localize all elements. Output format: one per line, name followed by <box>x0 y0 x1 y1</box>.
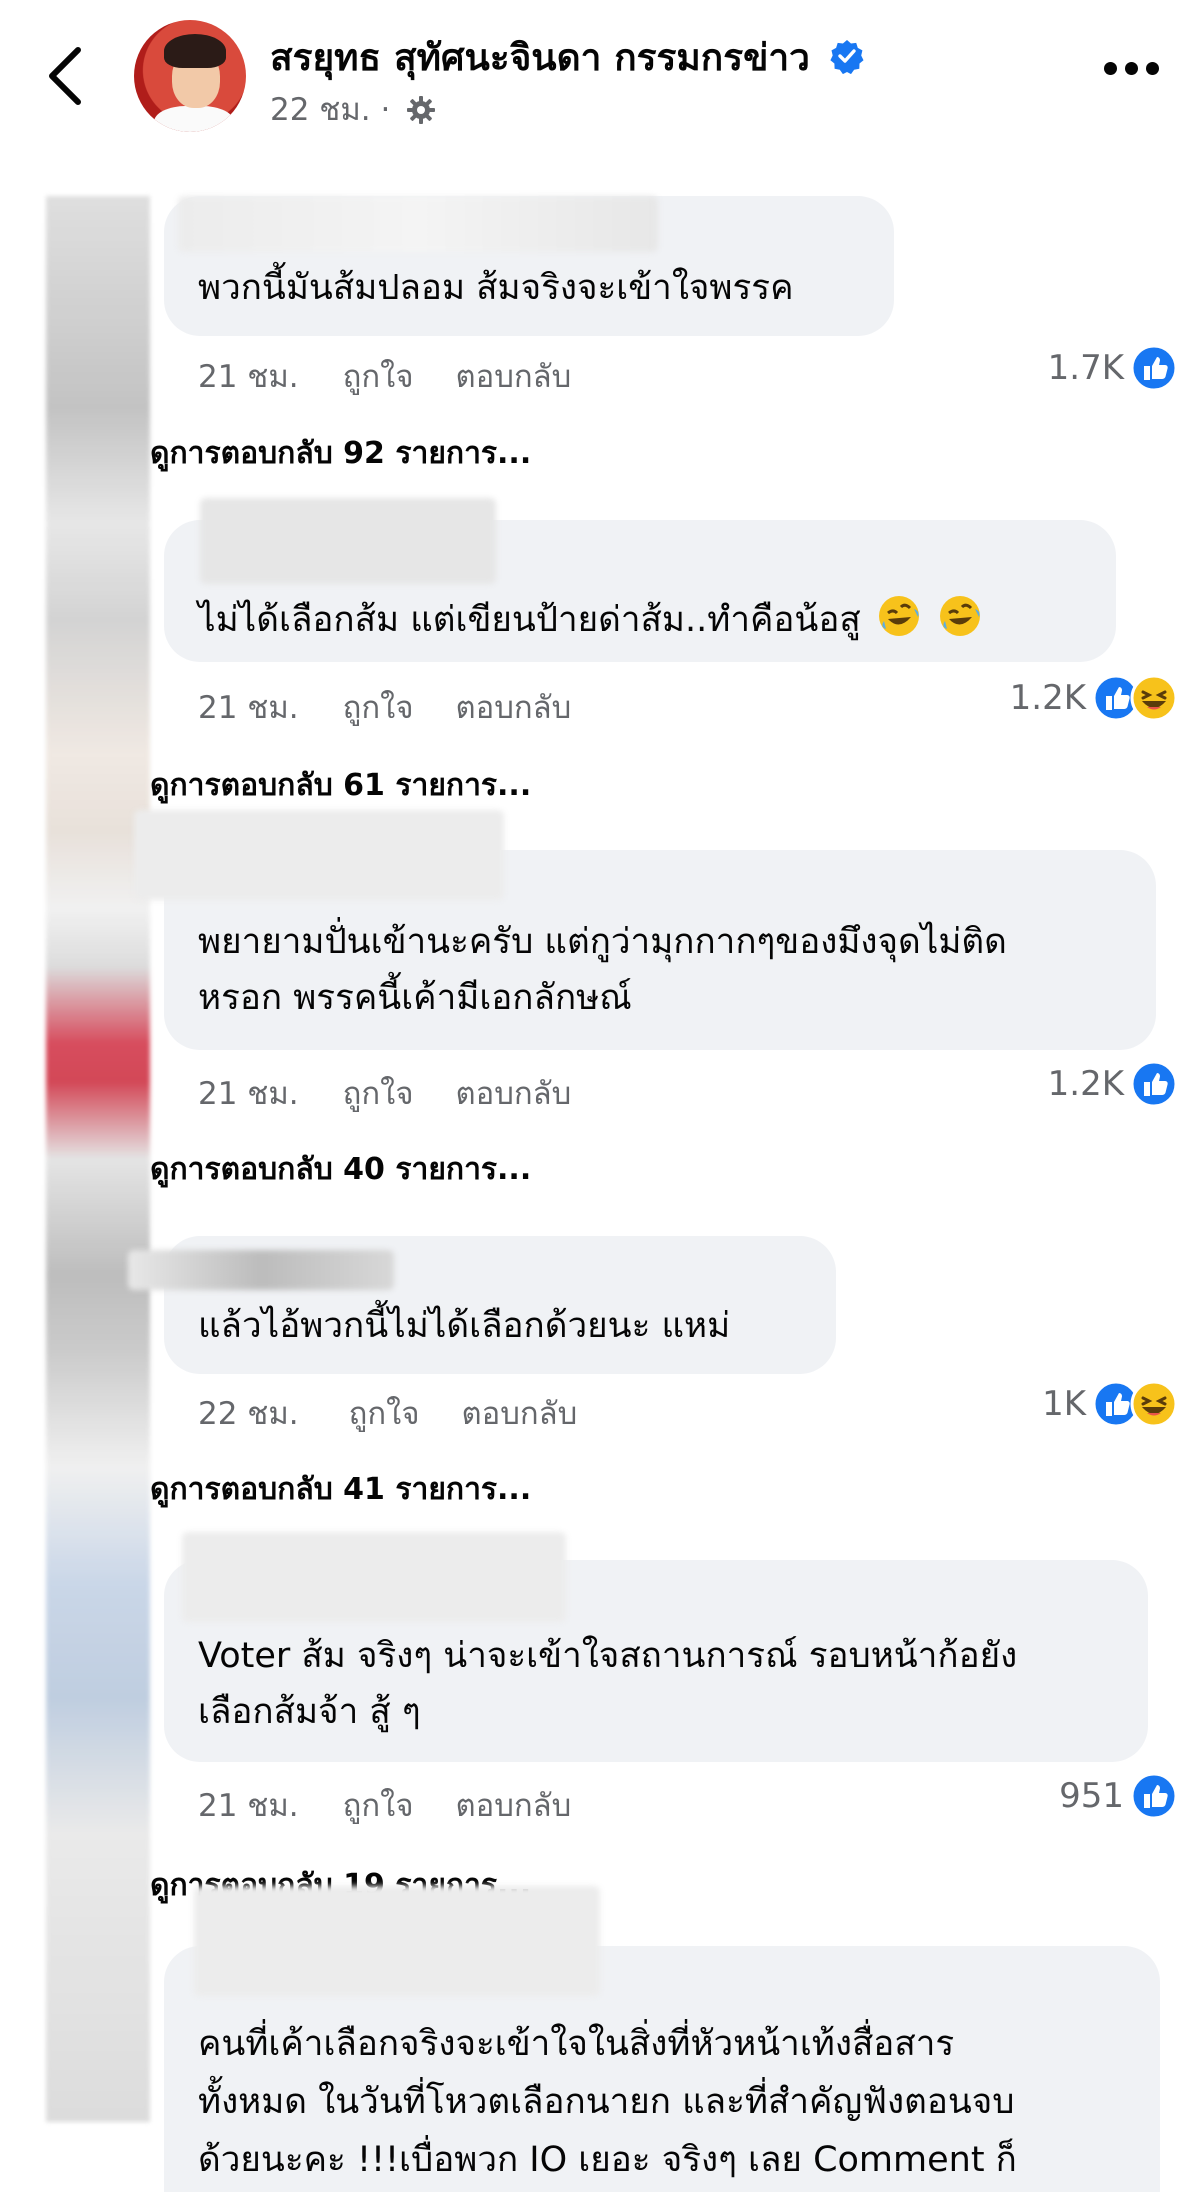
comment-text-line-2: หรอก พรรคนี้เค้ามีเอกลักษณ์ <box>198 978 632 1018</box>
rofl-emoji-icon <box>878 596 919 636</box>
author-name[interactable]: สรยุทธ สุทัศนะจินดา กรรมกรข่าว <box>270 36 810 79</box>
comment-bubble[interactable]: คนที่เค้าเลือกจริงจะเข้าใจในสิ่งที่หัวหน… <box>164 1886 1160 2192</box>
view-replies-link[interactable]: ดูการตอบกลับ 92 รายการ... <box>150 430 531 477</box>
reaction-count: 1K <box>1042 1384 1086 1424</box>
comment-text-line-3: ด้วยนะคะ !!!เบื่อพวก IO เยอะ จริงๆ เลย C… <box>198 2140 1017 2180</box>
reaction-summary[interactable]: 1.7K <box>1048 344 1178 392</box>
comment-actions: 21 ชม. ถูกใจ ตอบกลับ <box>198 351 613 401</box>
comment-time: 21 ชม. <box>198 359 299 395</box>
comment-actions: 22 ชม. ถูกใจ ตอบกลับ <box>198 1388 619 1438</box>
like-button[interactable]: ถูกใจ <box>343 359 414 395</box>
blurred-commenter-name <box>200 498 496 584</box>
reply-button[interactable]: ตอบกลับ <box>455 1076 571 1112</box>
view-replies-link[interactable]: ดูการตอบกลับ 40 รายการ... <box>150 1146 531 1193</box>
blurred-commenter-name <box>134 810 504 900</box>
like-button[interactable]: ถูกใจ <box>349 1396 420 1432</box>
reaction-count: 1.2K <box>1047 1064 1124 1104</box>
reaction-count: 951 <box>1059 1776 1124 1816</box>
back-arrow-icon[interactable] <box>44 44 88 108</box>
like-icon <box>1130 1060 1178 1108</box>
comment-text: ไม่ได้เลือกส้ม แต่เขียนป้ายด่าส้ม..ทำคือ… <box>198 592 983 648</box>
gear-icon <box>407 96 436 124</box>
comment-bubble[interactable]: ไม่ได้เลือกส้ม แต่เขียนป้ายด่าส้ม..ทำคือ… <box>164 498 1116 662</box>
like-icon <box>1130 1772 1178 1820</box>
post-meta: 22 ชม. · <box>270 84 436 134</box>
comment-text-line-1: Voter ส้ม จริงๆ น่าจะเข้าใจสถานการณ์ รอบ… <box>198 1636 1018 1676</box>
reply-button[interactable]: ตอบกลับ <box>455 690 571 726</box>
comment-bubble[interactable]: พวกนี้มันส้มปลอม ส้มจริงจะเข้าใจพรรค <box>164 196 894 336</box>
post-header: สรยุทธ สุทัศนะจินดา กรรมกรข่าว 22 ชม. · <box>0 0 1200 150</box>
comment-text-line-1: พยายามปั่นเข้านะครับ แต่กูว่ามุกกากๆของม… <box>198 922 1007 962</box>
comment-time: 21 ชม. <box>198 1788 299 1824</box>
like-button[interactable]: ถูกใจ <box>343 690 414 726</box>
post-time: 22 ชม. · <box>270 92 391 128</box>
reaction-summary[interactable]: 1.2K <box>1010 674 1178 722</box>
blurred-commenter-name <box>194 1886 600 1996</box>
reply-button[interactable]: ตอบกลับ <box>461 1396 577 1432</box>
comment-text-line-2: เลือกส้มจ้า สู้ ๆ <box>198 1692 421 1732</box>
comment-bubble[interactable]: แล้วไอ้พวกนี้ไม่ได้เลือกด้วยนะ แหม่ <box>128 1236 836 1374</box>
comment-text: พวกนี้มันส้มปลอม ส้มจริงจะเข้าใจพรรค <box>198 268 794 308</box>
comment-bubble[interactable]: Voter ส้ม จริงๆ น่าจะเข้าใจสถานการณ์ รอบ… <box>164 1532 1148 1762</box>
view-replies-link[interactable]: ดูการตอบกลับ 41 รายการ... <box>150 1466 531 1513</box>
haha-icon <box>1130 674 1178 722</box>
blurred-commenter-name <box>128 1250 394 1290</box>
author-name-row[interactable]: สรยุทธ สุทัศนะจินดา กรรมกรข่าว <box>270 28 865 87</box>
like-button[interactable]: ถูกใจ <box>343 1076 414 1112</box>
like-icon <box>1130 344 1178 392</box>
comment-actions: 21 ชม. ถูกใจ ตอบกลับ <box>198 682 613 732</box>
comment-text-line-1: คนที่เค้าเลือกจริงจะเข้าใจในสิ่งที่หัวหน… <box>198 2024 955 2064</box>
comment-actions: 21 ชม. ถูกใจ ตอบกลับ <box>198 1780 613 1830</box>
blurred-commenter-name <box>178 196 658 252</box>
blurred-avatars-strip <box>46 196 150 2122</box>
verified-badge-icon <box>830 40 864 74</box>
reaction-summary[interactable]: 1.2K <box>1048 1060 1178 1108</box>
more-options-icon[interactable] <box>1104 62 1160 78</box>
comment-time: 21 ชม. <box>198 690 299 726</box>
reaction-count: 1.2K <box>1009 678 1086 718</box>
view-replies-link[interactable]: ดูการตอบกลับ 61 รายการ... <box>150 762 531 809</box>
reaction-count: 1.7K <box>1047 348 1124 388</box>
comment-actions: 21 ชม. ถูกใจ ตอบกลับ <box>198 1068 613 1118</box>
reply-button[interactable]: ตอบกลับ <box>455 1788 571 1824</box>
comment-text: แล้วไอ้พวกนี้ไม่ได้เลือกด้วยนะ แหม่ <box>198 1306 731 1346</box>
rofl-emoji-icon <box>940 596 980 636</box>
reaction-summary[interactable]: 951 <box>1059 1772 1178 1820</box>
comment-time: 21 ชม. <box>198 1076 299 1112</box>
comment-text-line-2: ทั้งหมด ในวันที่โหวตเลือกนายก และที่สำคั… <box>198 2082 1015 2122</box>
like-button[interactable]: ถูกใจ <box>343 1788 414 1824</box>
comment-bubble[interactable]: พยายามปั่นเข้านะครับ แต่กูว่ามุกกากๆของม… <box>134 810 1156 1050</box>
reply-button[interactable]: ตอบกลับ <box>455 359 571 395</box>
reaction-summary[interactable]: 1K <box>1042 1380 1178 1428</box>
haha-icon <box>1130 1380 1178 1428</box>
comment-time: 22 ชม. <box>198 1396 299 1432</box>
blurred-commenter-name <box>182 1532 566 1622</box>
author-avatar[interactable] <box>134 20 246 132</box>
